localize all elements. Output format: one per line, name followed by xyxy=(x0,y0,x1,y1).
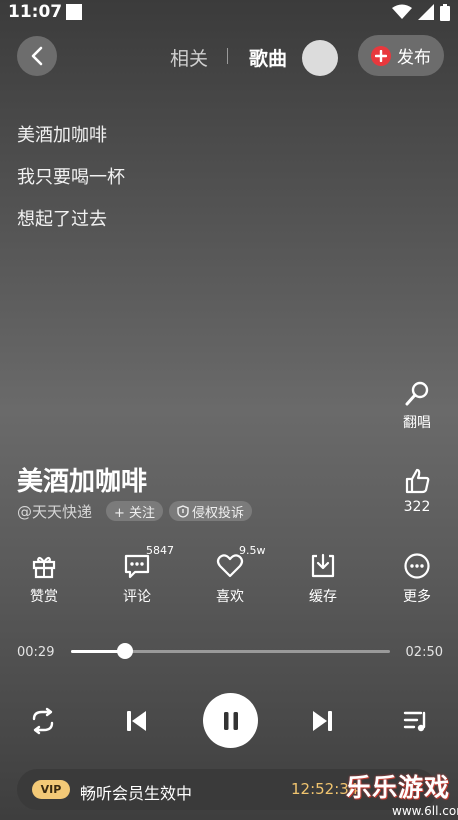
status-time: 11:07 xyxy=(8,2,63,22)
comment-label: 评论 xyxy=(123,589,151,605)
favorite-label: 喜欢 xyxy=(216,589,244,605)
watermark-text: 乐乐游戏 xyxy=(346,773,451,802)
repeat-icon xyxy=(32,707,54,735)
author-name[interactable]: @天天快递 xyxy=(17,501,92,522)
more-icon xyxy=(404,553,430,579)
plus-icon xyxy=(371,45,391,66)
comment-button[interactable]: 5847 评论 xyxy=(107,544,174,606)
status-bar: 11:07 xyxy=(0,0,458,26)
signal-icon xyxy=(418,4,434,20)
vip-status-text: 畅听会员生效中 xyxy=(80,784,193,803)
battery-icon xyxy=(440,3,450,21)
publish-label: 发布 xyxy=(397,48,431,68)
report-button[interactable]: 侵权投诉 xyxy=(169,501,253,521)
reward-label: 赞赏 xyxy=(30,589,58,605)
progress-knob[interactable] xyxy=(117,643,134,659)
playlist-button[interactable] xyxy=(398,703,434,739)
more-button[interactable]: 更多 xyxy=(387,552,447,606)
next-icon xyxy=(313,711,332,731)
publish-button[interactable]: 发布 xyxy=(358,35,444,76)
report-label: 侵权投诉 xyxy=(192,505,245,521)
reward-button[interactable]: 赞赏 xyxy=(14,552,74,606)
song-title: 美酒加咖啡 xyxy=(17,467,148,497)
wifi-icon xyxy=(392,4,412,19)
like-button[interactable]: 322 xyxy=(389,467,445,515)
current-time: 00:29 xyxy=(17,645,55,660)
previous-button[interactable] xyxy=(118,703,154,739)
pause-icon xyxy=(223,711,238,730)
comment-count: 5847 xyxy=(146,544,174,557)
shield-icon xyxy=(177,504,189,518)
total-time: 02:50 xyxy=(405,645,443,660)
back-button[interactable] xyxy=(17,36,57,76)
microphone-icon xyxy=(405,381,429,406)
playlist-icon xyxy=(403,711,426,732)
repeat-button[interactable] xyxy=(25,703,61,739)
watermark: 乐乐游戏 www.6ll.com xyxy=(342,768,458,820)
follow-button[interactable]: + 关注 xyxy=(106,501,164,521)
lyric-line: 想起了过去 xyxy=(17,209,107,230)
favorite-count: 9.5w xyxy=(239,544,266,557)
tab-divider xyxy=(227,48,228,64)
cover-label: 翻唱 xyxy=(403,415,431,431)
download-button[interactable]: 缓存 xyxy=(293,552,353,606)
status-icons xyxy=(392,3,450,21)
next-button[interactable] xyxy=(305,703,341,739)
tab-related[interactable]: 相关 xyxy=(170,44,208,71)
tab-songs[interactable]: 歌曲 xyxy=(249,44,287,71)
gift-icon xyxy=(32,556,56,579)
watermark-url: www.6ll.com xyxy=(392,804,458,818)
lyric-line: 美酒加咖啡 xyxy=(17,125,107,146)
download-icon xyxy=(311,553,335,578)
cover-button[interactable]: 翻唱 xyxy=(389,380,445,432)
more-label: 更多 xyxy=(403,589,431,605)
favorite-button[interactable]: 9.5w 喜欢 xyxy=(200,544,266,606)
mode-toggle[interactable] xyxy=(302,40,338,76)
follow-label: + 关注 xyxy=(114,505,156,521)
notification-icon xyxy=(66,4,82,20)
thumbs-up-icon xyxy=(405,468,430,494)
download-label: 缓存 xyxy=(309,589,337,605)
vip-badge: VIP xyxy=(32,780,70,799)
like-count: 322 xyxy=(403,499,431,515)
previous-icon xyxy=(127,711,146,731)
lyric-line: 我只要喝一杯 xyxy=(17,167,125,188)
chevron-left-icon xyxy=(31,46,43,66)
pause-button[interactable] xyxy=(203,693,258,748)
